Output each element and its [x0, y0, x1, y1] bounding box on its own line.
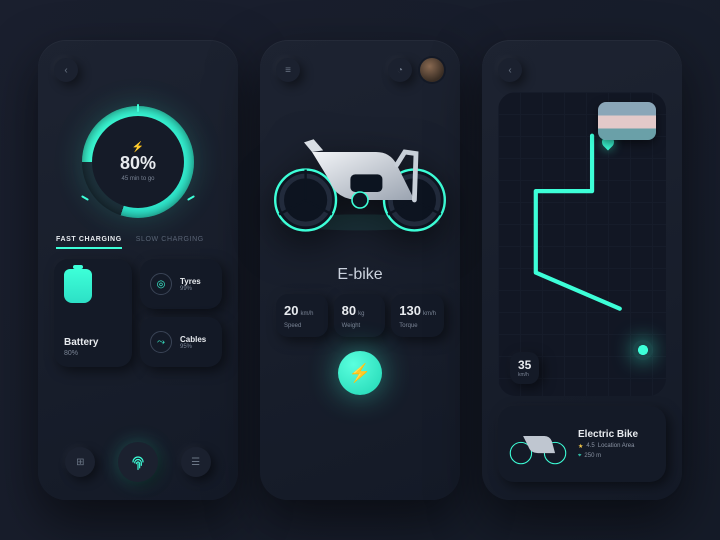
info-title: Electric Bike: [578, 429, 638, 440]
ebike-image: [256, 112, 464, 240]
bike-title: E-bike: [276, 266, 444, 284]
nav-map-button[interactable]: ⊞: [65, 447, 95, 477]
bike-thumbnail-icon: [506, 417, 570, 471]
chevron-left-icon: ‹: [64, 65, 67, 76]
info-distance-row: ⌖ 250 m: [578, 453, 638, 460]
topbar: ‹: [54, 58, 222, 82]
speed-chip: 35 km/h: [510, 352, 539, 384]
nav-fingerprint-button[interactable]: [118, 442, 158, 482]
chevron-left-icon: ‹: [508, 65, 511, 76]
topbar: ‹: [498, 58, 666, 82]
back-button[interactable]: ‹: [54, 58, 78, 82]
map-screen: ‹ 35 km/h Electric Bike ★ 4.5 Location A…: [482, 40, 682, 500]
bike-hero: [276, 92, 444, 260]
notification-button[interactable]: ◔: [388, 58, 412, 82]
battery-screen: ‹ ⚡ 80% 45 min to go FAST CHARGING SLOW …: [38, 40, 238, 500]
stat-weight: 80kg Weight: [334, 294, 386, 337]
map-view[interactable]: 35 km/h: [498, 92, 666, 396]
tyres-card[interactable]: ◎ Tyres 99%: [140, 259, 222, 309]
back-button[interactable]: ‹: [498, 58, 522, 82]
cables-value: 95%: [180, 344, 206, 350]
bike-info-card[interactable]: Electric Bike ★ 4.5 Location Area ⌖ 250 …: [498, 406, 666, 482]
destination-pin-icon: [633, 340, 653, 360]
bottom-nav: ⊞ ☰: [54, 442, 222, 482]
avatar[interactable]: [420, 58, 444, 82]
battery-card-value: 80%: [64, 350, 122, 357]
bell-icon: ◔: [397, 65, 403, 76]
destination-preview-image[interactable]: [598, 102, 656, 140]
stat-torque: 130km/h Torque: [391, 294, 444, 337]
map-icon: ⊞: [76, 457, 84, 468]
cables-card[interactable]: ⤳ Cables 95%: [140, 317, 222, 367]
topbar: ≡ ◔: [276, 58, 444, 82]
bolt-icon: ⚡: [349, 363, 371, 384]
menu-icon: ≡: [285, 65, 291, 76]
battery-card[interactable]: Battery 80%: [54, 259, 132, 367]
star-icon: ★: [578, 443, 583, 450]
battery-percent: 80%: [120, 153, 156, 174]
bike-stats: 20km/h Speed 80kg Weight 130km/h Torque: [276, 294, 444, 337]
fingerprint-icon: [128, 452, 148, 472]
bolt-icon: ⚡: [120, 142, 156, 153]
cables-title: Cables: [180, 335, 206, 344]
stat-speed: 20km/h Speed: [276, 294, 328, 337]
battery-gauge: ⚡ 80% 45 min to go: [54, 92, 222, 232]
charging-tabs: FAST CHARGING SLOW CHARGING: [56, 236, 220, 249]
battery-icon: [64, 269, 92, 303]
power-button[interactable]: ⚡: [338, 351, 382, 395]
sliders-icon: ☰: [191, 457, 200, 468]
battery-card-title: Battery: [64, 337, 122, 348]
menu-button[interactable]: ≡: [276, 58, 300, 82]
tyres-value: 99%: [180, 286, 201, 292]
bike-screen: ≡ ◔ E-bike 20km/h Spe: [260, 40, 460, 500]
tab-fast-charging[interactable]: FAST CHARGING: [56, 236, 122, 249]
tyres-icon: ◎: [150, 273, 172, 295]
status-cards: Battery 80% ◎ Tyres 99% ⤳ Cables 95%: [54, 259, 222, 367]
cables-icon: ⤳: [150, 331, 172, 353]
info-rating-row: ★ 4.5 Location Area: [578, 443, 638, 450]
battery-eta: 45 min to go: [120, 176, 156, 182]
location-icon: ⌖: [578, 453, 581, 460]
nav-settings-button[interactable]: ☰: [181, 447, 211, 477]
tyres-title: Tyres: [180, 277, 201, 286]
tab-slow-charging[interactable]: SLOW CHARGING: [136, 236, 204, 249]
